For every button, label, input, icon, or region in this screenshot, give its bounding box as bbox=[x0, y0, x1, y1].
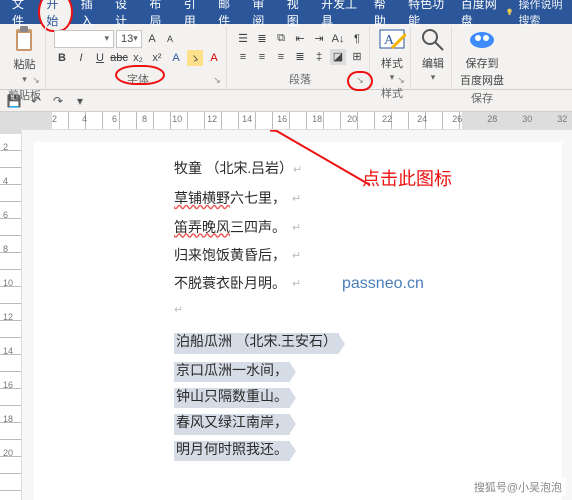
group-label-clipboard: 剪贴板 bbox=[8, 85, 41, 103]
group-clipboard: 粘贴 ▾ 剪贴板 ↘ bbox=[4, 26, 46, 89]
align-center-button[interactable]: ≡ bbox=[254, 49, 270, 65]
credit-label: 搜狐号@小吴泡泡 bbox=[470, 478, 566, 496]
justify-button[interactable]: ≣ bbox=[292, 49, 308, 65]
italic-button[interactable]: I bbox=[73, 50, 89, 66]
group-font: ▾ 13▾ A A B I U abc x₂ x² A ゝ A bbox=[50, 26, 227, 89]
strike-button[interactable]: abc bbox=[111, 50, 127, 66]
highlight-button[interactable]: ゝ bbox=[187, 50, 203, 66]
font-size-combo[interactable]: 13▾ bbox=[116, 30, 142, 48]
find-icon bbox=[419, 26, 447, 54]
group-label-paragraph: 段落 bbox=[289, 69, 311, 87]
redo-icon[interactable]: ↷ bbox=[50, 93, 66, 109]
save-baidu-label: 百度网盘 bbox=[460, 72, 504, 88]
multilevel-button[interactable]: ⧉ bbox=[273, 31, 289, 47]
poem1-title: 牧童 （北宋.吕岩）↵ bbox=[174, 160, 534, 180]
launcher-icon: ↘ bbox=[213, 75, 221, 86]
workspace: 2468101214161820 24681012141618202224262… bbox=[0, 112, 572, 500]
poem2-line2: 钟山只隔数重山。 bbox=[174, 388, 534, 408]
indent-dec-button[interactable]: ⇤ bbox=[292, 31, 308, 47]
superscript-button[interactable]: x² bbox=[149, 50, 165, 66]
save-to-label: 保存到 bbox=[466, 55, 499, 71]
poem2-line1: 京口瓜洲一水间， bbox=[174, 362, 534, 382]
launcher-icon: ↘ bbox=[32, 75, 40, 86]
show-marks-button[interactable]: ¶ bbox=[349, 31, 365, 47]
poem2-line3: 春风又绿江南岸， bbox=[174, 414, 534, 434]
line-spacing-button[interactable]: ‡ bbox=[311, 49, 327, 65]
menu-bar: 文件 开始 插入 设计 布局 引用 邮件 审阅 视图 开发工具 帮助 特色功能 … bbox=[0, 0, 572, 24]
font-launcher[interactable]: ↘ bbox=[210, 73, 224, 87]
bulb-icon bbox=[505, 6, 514, 18]
empty-paragraph: ↵ bbox=[174, 303, 534, 319]
borders-button[interactable]: ⊞ bbox=[349, 49, 365, 65]
align-left-button[interactable]: ≡ bbox=[235, 49, 251, 65]
subscript-button[interactable]: x₂ bbox=[130, 50, 146, 66]
save-to-baidu-button[interactable]: 保存到 百度网盘 bbox=[460, 26, 504, 88]
clipboard-launcher[interactable]: ↘ bbox=[29, 73, 43, 87]
underline-button[interactable]: U bbox=[92, 50, 108, 66]
qat-more-icon[interactable]: ▾ bbox=[72, 93, 88, 109]
styles-launcher[interactable]: ↘ bbox=[394, 73, 408, 87]
group-label-font: 字体 bbox=[127, 69, 149, 87]
poem2-line4: 明月何时照我还。 bbox=[174, 441, 534, 461]
paste-label: 粘贴 bbox=[14, 56, 36, 72]
shrink-font-button[interactable]: A bbox=[162, 31, 178, 47]
page: 牧童 （北宋.吕岩）↵ 草铺横野六七里，↵ 笛弄晚风三四声。↵ 归来饱饭黄昏后，… bbox=[34, 142, 562, 500]
poem1-line1: 草铺横野六七里，↵ bbox=[174, 190, 534, 210]
poem1-line3: 归来饱饭黄昏后，↵ bbox=[174, 247, 534, 267]
styles-icon: A bbox=[378, 26, 406, 54]
vertical-ruler: 2468101214161820 bbox=[0, 112, 22, 500]
group-paragraph: ☰ ≣ ⧉ ⇤ ⇥ A↓ ¶ ≡ ≡ ≡ ≣ ‡ ◪ ⊞ bbox=[231, 26, 370, 89]
chevron-down-icon: ▾ bbox=[22, 74, 27, 85]
poem1-line4: 不脱蓑衣卧月明。↵ bbox=[174, 275, 534, 295]
bullets-button[interactable]: ☰ bbox=[235, 31, 251, 47]
group-editing: 编辑 ▾ . bbox=[415, 26, 452, 89]
bold-button[interactable]: B bbox=[54, 50, 70, 66]
shading-button[interactable]: ◪ bbox=[330, 49, 346, 65]
ribbon: 粘贴 ▾ 剪贴板 ↘ ▾ 13▾ A A B I U abc x₂ bbox=[0, 24, 572, 90]
editing-label: 编辑 bbox=[422, 55, 444, 71]
sort-button[interactable]: A↓ bbox=[330, 31, 346, 47]
grow-font-button[interactable]: A bbox=[144, 31, 160, 47]
paragraph-launcher[interactable]: ↘ bbox=[353, 73, 367, 87]
group-save: 保存到 百度网盘 保存 bbox=[456, 26, 508, 89]
font-color-button[interactable]: A bbox=[206, 50, 222, 66]
tell-me-label: 操作说明搜索 bbox=[518, 0, 568, 28]
group-styles: A 样式 ▾ 样式 ↘ bbox=[374, 26, 411, 89]
poem2-title: 泊船瓜洲 （北宋.王安石） bbox=[174, 333, 534, 353]
chevron-down-icon: ▾ bbox=[431, 72, 436, 83]
horizontal-ruler: 246810121416182022242628303234363840 bbox=[22, 112, 572, 130]
text-effects-button[interactable]: A bbox=[168, 50, 184, 66]
cloud-disk-icon bbox=[468, 26, 496, 54]
document-area[interactable]: 牧童 （北宋.吕岩）↵ 草铺横野六七里，↵ 笛弄晚风三四声。↵ 归来饱饭黄昏后，… bbox=[22, 130, 572, 500]
poem1-line2: 笛弄晚风三四声。↵ bbox=[174, 219, 534, 239]
indent-inc-button[interactable]: ⇥ bbox=[311, 31, 327, 47]
launcher-icon: ↘ bbox=[397, 75, 405, 86]
align-right-button[interactable]: ≡ bbox=[273, 49, 289, 65]
tell-me-search[interactable]: 操作说明搜索 bbox=[505, 0, 568, 28]
font-name-combo[interactable]: ▾ bbox=[54, 30, 114, 48]
group-label-save: 保存 bbox=[471, 88, 493, 106]
editing-button[interactable]: 编辑 ▾ bbox=[419, 26, 447, 83]
styles-label: 样式 bbox=[381, 55, 403, 71]
launcher-icon: ↘ bbox=[356, 75, 364, 86]
clipboard-icon bbox=[13, 26, 37, 54]
numbering-button[interactable]: ≣ bbox=[254, 31, 270, 47]
